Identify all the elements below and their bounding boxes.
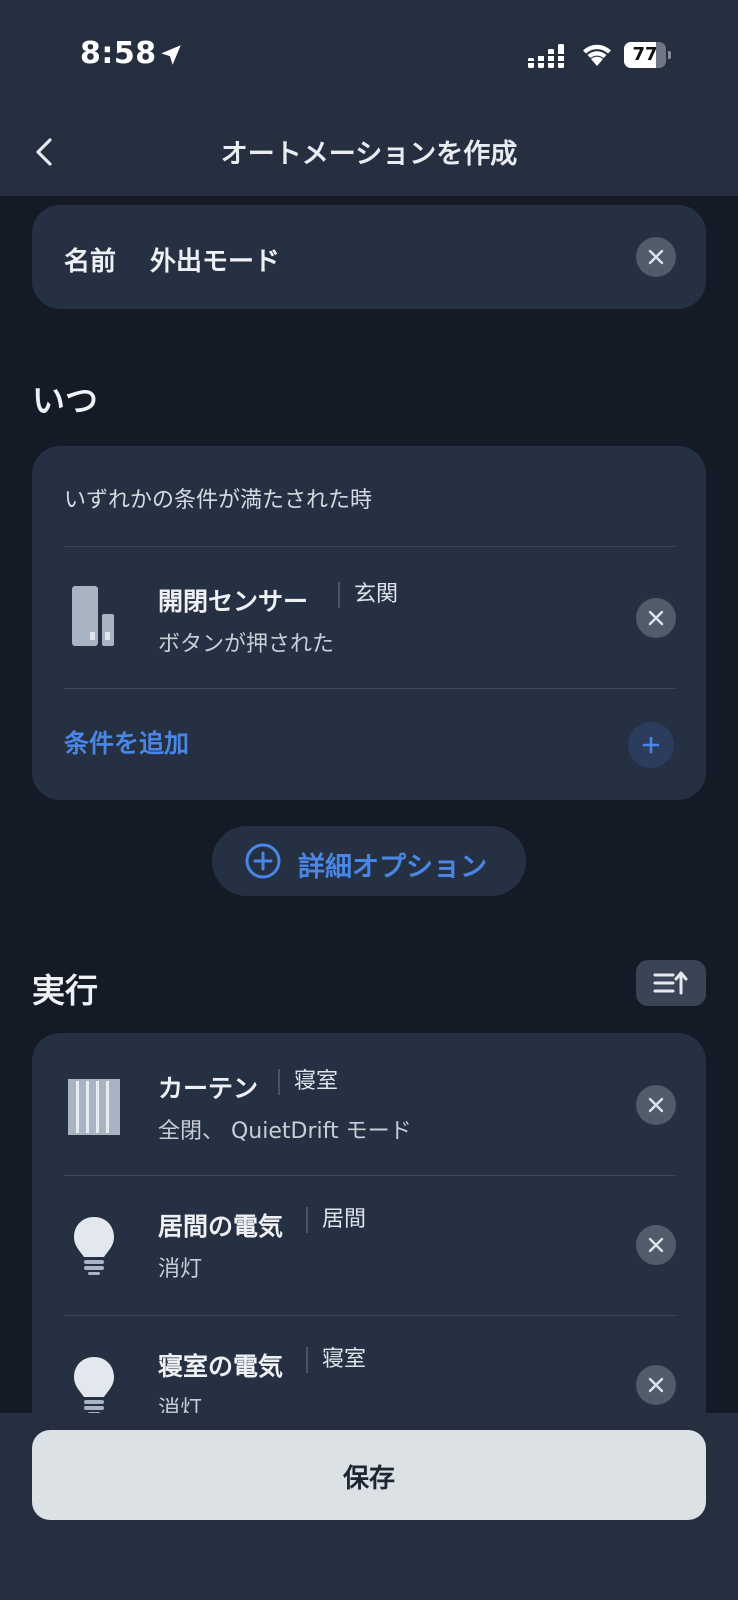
signal-icon <box>528 44 564 68</box>
divider <box>64 688 676 689</box>
when-section-title: いつ <box>32 381 98 420</box>
name-label: 名前 <box>64 247 117 277</box>
light-bulb-icon <box>74 1217 114 1275</box>
action-title: カーテン <box>158 1074 259 1103</box>
sort-icon <box>653 971 688 995</box>
action-room: 寝室 <box>306 1347 366 1373</box>
save-button[interactable]: 保存 <box>32 1430 706 1520</box>
detail-options-button[interactable]: 詳細オプション <box>212 826 526 896</box>
close-icon <box>648 1097 664 1113</box>
page-title: オートメーションを作成 <box>220 139 518 170</box>
close-icon <box>648 1237 664 1253</box>
name-card[interactable]: 名前 外出モード <box>32 205 706 309</box>
when-card: いずれかの条件が満たされた時 開閉センサー 玄関 ボタンが押された 条件を追加 <box>32 446 706 800</box>
remove-action-button[interactable] <box>636 1085 676 1125</box>
name-input[interactable]: 外出モード <box>150 241 280 278</box>
remove-action-button[interactable] <box>636 1225 676 1265</box>
action-room: 居間 <box>306 1207 366 1233</box>
light-bulb-icon <box>74 1357 114 1415</box>
action-subtitle: 消灯 <box>158 1257 203 1282</box>
condition-subtitle: ボタンが押された <box>158 632 335 657</box>
plus-circle-icon <box>245 843 281 879</box>
battery-icon: 77 <box>624 42 672 68</box>
status-bar: 8:58 77 <box>0 0 738 110</box>
plus-icon <box>642 736 660 754</box>
save-label: 保存 <box>342 1463 395 1493</box>
action-room: 寝室 <box>278 1069 338 1095</box>
action-title: 寝室の電気 <box>158 1352 284 1381</box>
curtain-icon <box>68 1079 120 1135</box>
add-condition-link[interactable]: 条件を追加 <box>64 724 189 760</box>
battery-level: 77 <box>632 44 658 65</box>
condition-mode-text[interactable]: いずれかの条件が満たされた時 <box>64 482 372 514</box>
close-icon <box>648 249 664 265</box>
close-icon <box>648 1377 664 1393</box>
remove-condition-button[interactable] <box>636 598 676 638</box>
location-arrow-icon <box>161 45 181 65</box>
clear-name-button[interactable] <box>636 237 676 277</box>
door-sensor-icon <box>72 586 114 646</box>
divider <box>64 1315 676 1316</box>
execute-card: カーテン 寝室 全閉、 QuietDrift モード 居間の電気 居間 消灯 寝 <box>32 1033 706 1473</box>
status-time: 8:58 <box>80 36 157 71</box>
close-icon <box>648 610 664 626</box>
execute-section-title: 実行 <box>32 971 98 1010</box>
action-title: 居間の電気 <box>158 1212 284 1241</box>
condition-room: 玄関 <box>338 582 398 608</box>
action-subtitle: 全閉、 QuietDrift モード <box>158 1119 412 1144</box>
condition-title: 開閉センサー <box>158 587 309 616</box>
wifi-icon <box>583 44 611 66</box>
navigation-bar: オートメーションを作成 <box>0 110 738 196</box>
remove-action-button[interactable] <box>636 1365 676 1405</box>
detail-options-label: 詳細オプション <box>298 852 487 883</box>
divider <box>64 546 676 547</box>
divider <box>64 1175 676 1176</box>
sort-button[interactable] <box>636 960 706 1006</box>
add-condition-button[interactable] <box>628 722 674 768</box>
